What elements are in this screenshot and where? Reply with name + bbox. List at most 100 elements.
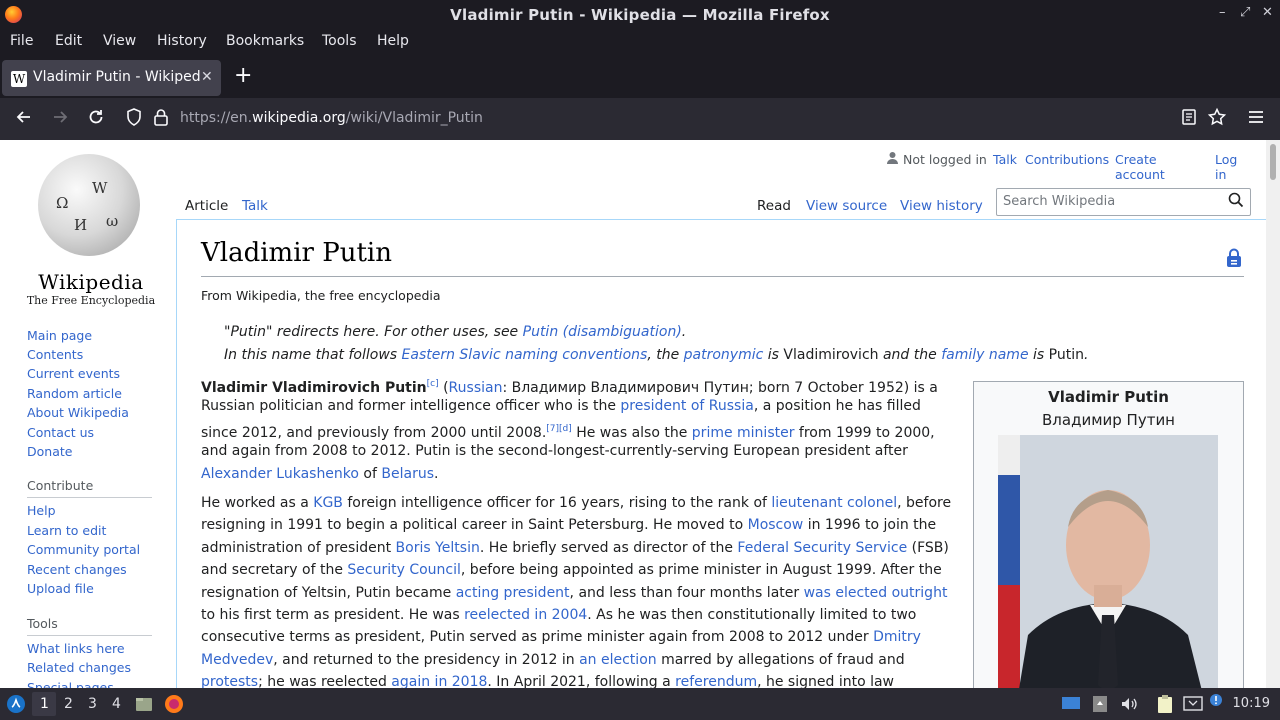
sidebar-item-help[interactable]: Help <box>27 503 56 518</box>
new-tab-button[interactable]: + <box>234 63 252 88</box>
navigation-toolbar: https://en.wikipedia.org/wiki/Vladimir_P… <box>0 98 1280 140</box>
sidebar-item-upload-file[interactable]: Upload file <box>27 581 94 596</box>
sidebar-item-current-events[interactable]: Current events <box>27 366 120 381</box>
workspace-1[interactable]: 1 <box>40 696 49 712</box>
tray-app-icon[interactable] <box>1092 695 1108 717</box>
text: to his first term as president. He was <box>201 607 465 623</box>
menu-bookmarks[interactable]: Bookmarks <box>226 33 304 49</box>
sidebar-item-donate[interactable]: Donate <box>27 444 72 459</box>
link-family-name[interactable]: family name <box>941 347 1028 363</box>
link-kgb[interactable]: KGB <box>313 495 343 511</box>
workspace-4[interactable]: 4 <box>112 696 121 712</box>
menu-edit[interactable]: Edit <box>55 33 82 49</box>
maximize-button[interactable]: ⤢ <box>1240 5 1250 20</box>
tab-close-button[interactable]: ✕ <box>201 69 213 85</box>
sidebar-item-about-wikipedia[interactable]: About Wikipedia <box>27 405 129 420</box>
browser-tab[interactable]: W Vladimir Putin - Wikipedia ✕ <box>2 60 221 96</box>
workspace-3[interactable]: 3 <box>88 696 97 712</box>
link-protests[interactable]: protests <box>201 674 258 688</box>
link-patronymic[interactable]: patronymic <box>684 347 764 363</box>
sidebar-item-recent-changes[interactable]: Recent changes <box>27 562 127 577</box>
hatnote-redirect: "Putin" redirects here. For other uses, … <box>224 324 686 340</box>
menu-help[interactable]: Help <box>377 33 409 49</box>
link-president-of-russia[interactable]: president of Russia <box>620 398 753 414</box>
sidebar-item-contact-us[interactable]: Contact us <box>27 425 94 440</box>
reload-icon[interactable] <box>86 107 106 132</box>
link-prime-minister[interactable]: prime minister <box>692 425 795 441</box>
link-boris-yeltsin[interactable]: Boris Yeltsin <box>396 540 480 556</box>
user-contributions-link[interactable]: Contributions <box>1025 152 1109 167</box>
search-icon[interactable] <box>1228 192 1244 212</box>
tab-view-source[interactable]: View source <box>806 198 887 214</box>
link-again-in-2018[interactable]: again in 2018 <box>391 674 487 688</box>
sidebar-item-special-pages[interactable]: Special pages <box>27 680 114 688</box>
link-alexander-lukashenko[interactable]: Alexander Lukashenko <box>201 466 359 482</box>
search-placeholder: Search Wikipedia <box>1003 194 1116 209</box>
file-manager-icon[interactable] <box>135 695 153 717</box>
portrait-image[interactable] <box>998 435 1218 688</box>
link-dmitry-medvedev[interactable]: Dmitry <box>873 629 921 645</box>
text: He was also the <box>571 424 692 441</box>
back-arrow-icon[interactable] <box>14 107 34 132</box>
padlock-icon[interactable] <box>153 107 169 132</box>
link-eastern-slavic-naming[interactable]: Eastern Slavic naming conventions <box>402 347 648 363</box>
menu-history[interactable]: History <box>157 33 207 49</box>
footnote-c[interactable]: [c] <box>427 379 439 389</box>
sidebar-item-contents[interactable]: Contents <box>27 347 83 362</box>
minimize-button[interactable]: – <box>1219 5 1226 20</box>
workspace-2[interactable]: 2 <box>64 696 73 712</box>
create-account-link[interactable]: Create account <box>1115 152 1165 182</box>
site-tagline: From Wikipedia, the free encyclopedia <box>201 288 441 303</box>
link-acting-president[interactable]: acting president <box>456 585 570 601</box>
page-scrollbar[interactable] <box>1266 140 1280 688</box>
bookmark-star-icon[interactable] <box>1207 107 1227 132</box>
sidebar-item-what-links-here[interactable]: What links here <box>27 641 125 656</box>
link-belarus[interactable]: Belarus <box>381 466 434 482</box>
link-russian[interactable]: Russian <box>449 380 503 396</box>
clipboard-icon[interactable] <box>1156 694 1174 718</box>
link-federal-security-service[interactable]: Federal Security Service <box>737 540 907 556</box>
hamburger-menu-icon[interactable] <box>1247 107 1265 132</box>
link-referendum[interactable]: referendum <box>675 674 757 688</box>
wikipedia-logo[interactable]: Ω W И ω Wikipedia The Free Encyclopedia <box>26 154 156 307</box>
forward-arrow-icon[interactable] <box>50 107 70 132</box>
firefox-taskbar-icon[interactable] <box>164 694 184 718</box>
user-talk-link[interactable]: Talk <box>993 152 1017 167</box>
link-security-council[interactable]: Security Council <box>347 562 461 578</box>
menu-view[interactable]: View <box>103 33 136 49</box>
sidebar-item-community-portal[interactable]: Community portal <box>27 542 140 557</box>
user-icon <box>886 151 899 168</box>
window-title: Vladimir Putin - Wikipedia — Mozilla Fir… <box>450 6 830 24</box>
tab-talk[interactable]: Talk <box>242 198 268 214</box>
link-medvedev[interactable]: Medvedev <box>201 652 273 668</box>
sidebar-item-related-changes[interactable]: Related changes <box>27 660 131 675</box>
link-reelected-in-2004[interactable]: reelected in 2004 <box>464 607 587 623</box>
sidebar-item-main-page[interactable]: Main page <box>27 328 92 343</box>
sidebar-item-learn-to-edit[interactable]: Learn to edit <box>27 523 106 538</box>
link-was-elected-outright[interactable]: was elected outright <box>804 585 948 601</box>
scrollbar-thumb[interactable] <box>1270 144 1276 180</box>
tab-view-history[interactable]: View history <box>900 198 983 214</box>
sidebar-item-random-article[interactable]: Random article <box>27 386 122 401</box>
screen-icon[interactable] <box>1183 695 1203 717</box>
link-putin-disambiguation[interactable]: Putin (disambiguation) <box>523 324 682 340</box>
display-icon[interactable] <box>1061 696 1081 716</box>
link-moscow[interactable]: Moscow <box>748 517 804 533</box>
start-menu-icon[interactable] <box>6 694 26 718</box>
search-input[interactable]: Search Wikipedia <box>996 188 1251 216</box>
url-bar[interactable]: https://en.wikipedia.org/wiki/Vladimir_P… <box>180 110 483 126</box>
reader-view-icon[interactable] <box>1180 107 1198 132</box>
menu-file[interactable]: File <box>10 33 33 49</box>
tab-article[interactable]: Article <box>185 198 228 214</box>
notification-icon[interactable] <box>1209 693 1223 711</box>
tab-read[interactable]: Read <box>757 198 791 214</box>
menu-tools[interactable]: Tools <box>322 33 357 49</box>
tracking-shield-icon[interactable] <box>125 107 143 132</box>
link-an-election[interactable]: an election <box>579 652 657 668</box>
footnote-7-d[interactable]: [7][d] <box>546 424 571 434</box>
protection-lock-icon[interactable] <box>1226 248 1242 268</box>
log-in-link[interactable]: Log in <box>1215 152 1237 182</box>
link-lieutenant-colonel[interactable]: lieutenant colonel <box>771 495 897 511</box>
volume-icon[interactable] <box>1120 695 1138 717</box>
close-window-button[interactable]: ✕ <box>1262 5 1273 20</box>
